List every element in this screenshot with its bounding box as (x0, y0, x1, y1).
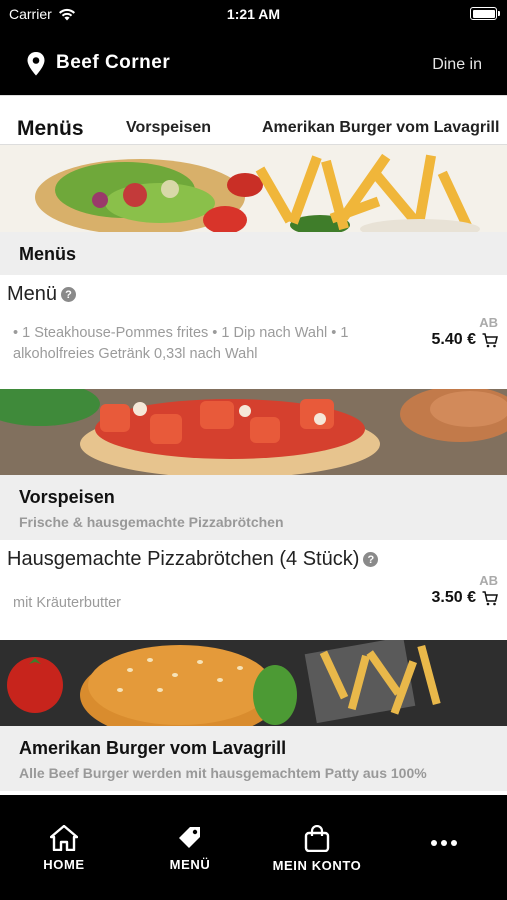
burger-banner-image (0, 640, 507, 726)
section-title: Menüs (19, 244, 77, 264)
tab-vorspeisen[interactable]: Vorspeisen (126, 119, 211, 137)
more-dots-icon (431, 840, 457, 846)
vorspeisen-banner-image (0, 389, 507, 475)
bottom-navigation: HOME MENÜ MEIN KONTO (0, 795, 507, 900)
price-prefix: AB (479, 573, 498, 588)
item-name-container: Menü ? (7, 283, 77, 306)
item-description: mit Kräuterbutter (13, 595, 121, 611)
menues-banner-image (0, 145, 507, 232)
nav-label: MEIN KONTO (272, 858, 362, 873)
item-price[interactable]: 5.40 € (432, 331, 498, 349)
item-price[interactable]: 3.50 € (432, 589, 498, 607)
menu-content: Menüs Menü ? • 1 Steakhouse-Pommes frite… (0, 145, 507, 795)
tab-amerikan-burger[interactable]: Amerikan Burger vom Lavagrill (262, 119, 499, 137)
store-name[interactable]: Beef Corner (56, 52, 170, 74)
item-name: Menü (7, 283, 58, 305)
section-header-vorspeisen: Vorspeisen Frische & hausgemachte Pizzab… (0, 475, 507, 540)
section-header-amerikan-burger: Amerikan Burger vom Lavagrill Alle Beef … (0, 726, 507, 791)
nav-home[interactable]: HOME (38, 825, 90, 872)
info-icon[interactable]: ? (61, 287, 77, 302)
item-name-container: Hausgemachte Pizzabrötchen (4 Stück) ? (7, 548, 379, 571)
section-title: Amerikan Burger vom Lavagrill (19, 738, 287, 758)
tag-icon (179, 827, 200, 848)
section-subtitle: Alle Beef Burger werden mit hausgemachte… (19, 765, 427, 781)
tab-menues[interactable]: Menüs (17, 117, 84, 141)
shopping-bag-icon (304, 825, 330, 852)
status-time: 1:21 AM (226, 6, 281, 22)
nav-label: MENÜ (169, 857, 211, 872)
battery-icon (470, 7, 500, 20)
top-bar: Carrier 1:21 AM Beef Corner Dine in (0, 0, 507, 95)
info-icon[interactable]: ? (363, 552, 379, 567)
order-mode-button[interactable]: Dine in (432, 56, 482, 74)
price-value: 3.50 € (431, 589, 476, 606)
menu-item[interactable]: Hausgemachte Pizzabrötchen (4 Stück) ? m… (0, 540, 507, 640)
home-icon (50, 825, 78, 851)
nav-more[interactable] (424, 839, 464, 847)
menu-item[interactable]: Menü ? • 1 Steakhouse-Pommes frites • 1 … (0, 275, 507, 389)
cart-icon[interactable] (482, 590, 498, 606)
price-value: 5.40 € (431, 331, 476, 348)
app-header: Beef Corner Dine in (0, 30, 507, 95)
item-description: • 1 Steakhouse-Pommes frites • 1 Dip nac… (13, 325, 349, 362)
section-header-menues: Menüs (0, 232, 507, 275)
nav-label: HOME (43, 857, 85, 872)
section-title: Vorspeisen (19, 487, 115, 507)
category-tabs: Menüs Vorspeisen Amerikan Burger vom Lav… (0, 95, 507, 145)
location-pin-icon[interactable] (27, 52, 45, 76)
section-subtitle: Frische & hausgemachte Pizzabrötchen (19, 514, 284, 530)
nav-menu[interactable]: MENÜ (164, 825, 216, 872)
item-name: Hausgemachte Pizzabrötchen (4 Stück) (7, 548, 360, 570)
nav-account[interactable]: MEIN KONTO (268, 825, 366, 873)
status-bar: Carrier 1:21 AM (0, 0, 507, 28)
cart-icon[interactable] (482, 332, 498, 348)
price-prefix: AB (479, 315, 498, 330)
